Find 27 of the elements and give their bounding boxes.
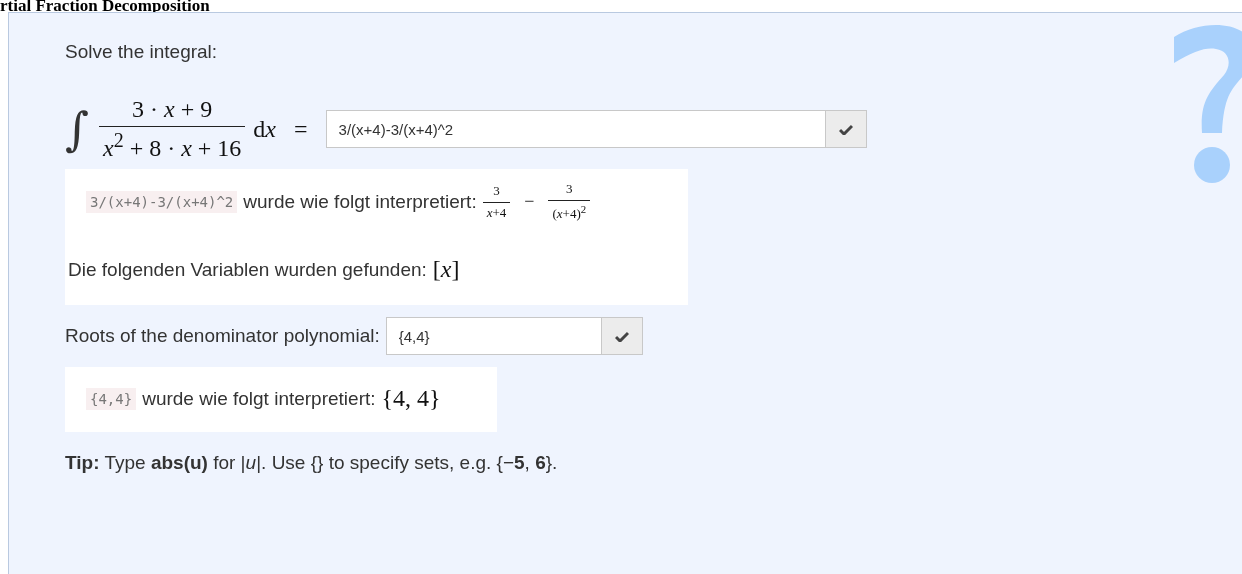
denominator: (x+4)$^{2}$: [548, 200, 591, 223]
math-result: {4, 4}: [381, 385, 441, 413]
numerator: 3: [492, 182, 501, 200]
page-heading: rtial Fraction Decomposition: [0, 0, 211, 12]
checkmark-icon: [614, 330, 629, 343]
numerator: 3: [565, 181, 574, 198]
answer-field[interactable]: 3/(x+4)-3/(x+4)^2: [325, 110, 826, 148]
roots-field[interactable]: {4,4}: [385, 317, 602, 356]
variables-list: [x]: [432, 256, 460, 284]
feedback-text: wurde wie folgt interpretiert:: [243, 190, 477, 213]
question-text: Solve the integral:: [65, 41, 219, 63]
denominator: x+4: [482, 201, 511, 221]
checkmark-icon: [838, 123, 853, 135]
check-button[interactable]: [601, 317, 643, 356]
code-snippet: 3/(x+4)-3/(x+4)^2: [86, 190, 238, 213]
integral-sign: ∫: [65, 102, 89, 156]
equals-sign: =: [294, 115, 308, 143]
roots-label: Roots of the denominator polynomial:: [65, 325, 380, 348]
code-snippet: {4,4}: [86, 387, 137, 410]
check-button[interactable]: [825, 110, 867, 148]
feedback-text: wurde wie folgt interpretiert:: [142, 387, 376, 410]
tip-text: Tip: Type abs(u) for |u|. Use {} to specify sets, e.g. {−5, 6}.: [65, 452, 559, 475]
minus-sign: −: [524, 191, 535, 213]
denominator: x$^{2}$ + 8 · x + 16: [98, 126, 246, 162]
variables-text: Die folgenden Variablen wurden gefunden:: [68, 258, 427, 281]
differential: dx: [253, 115, 276, 143]
numerator: 3 · x + 9: [131, 96, 214, 124]
